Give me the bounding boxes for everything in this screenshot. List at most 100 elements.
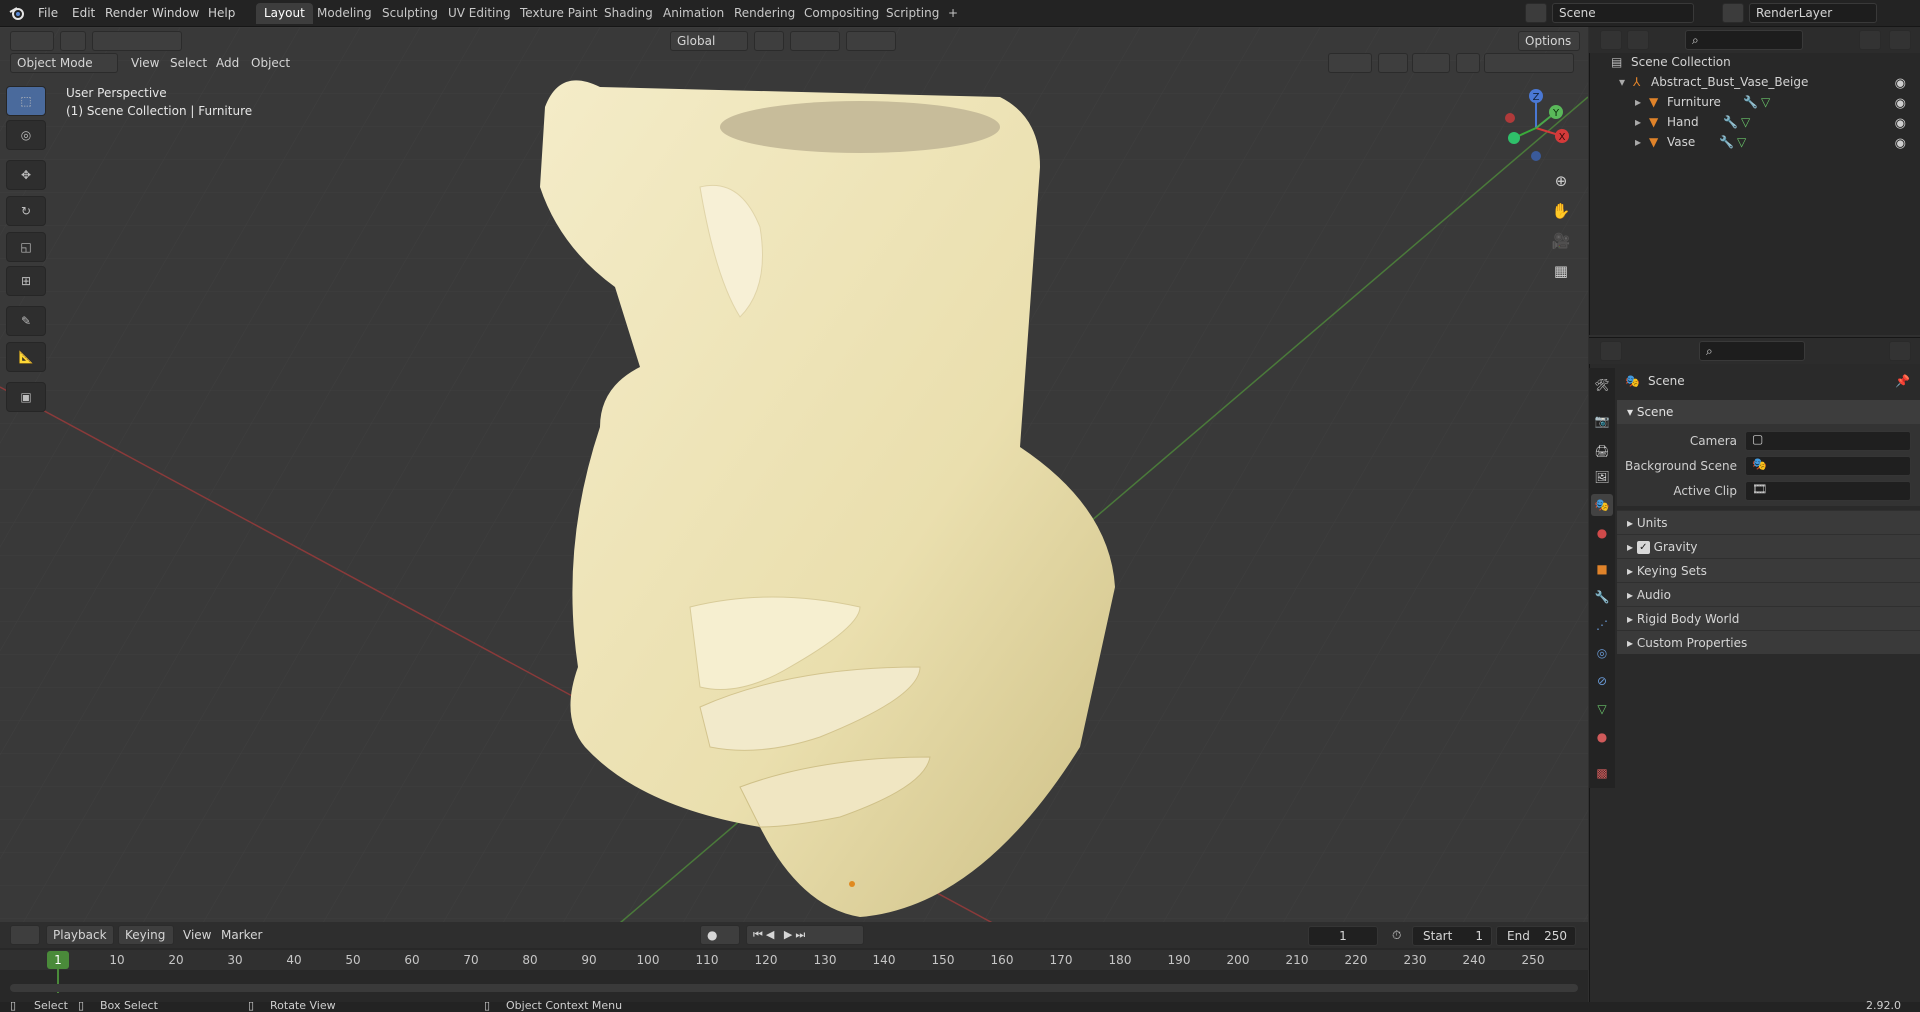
active-clip-field[interactable]: 🎞 (1745, 481, 1911, 501)
timeline-scrollbar[interactable] (10, 984, 1578, 992)
audio-subpanel[interactable]: ▸ Audio (1617, 582, 1920, 606)
selection-mode-buttons[interactable] (92, 31, 182, 51)
start-frame-field[interactable]: Start 1 (1412, 926, 1492, 946)
tab-layout[interactable]: Layout (256, 3, 313, 24)
outliner-search-input[interactable]: ⌕ (1685, 30, 1803, 50)
tab-constraints[interactable]: ⊘ (1591, 670, 1613, 692)
viewport-menu-object[interactable]: Object (246, 53, 295, 73)
add-cube-tool[interactable]: ▣ (6, 382, 46, 412)
auto-keying-button[interactable]: ● (700, 925, 740, 945)
menu-window[interactable]: Window (148, 4, 203, 23)
current-frame-field[interactable]: 1 (1308, 926, 1378, 946)
playback-menu[interactable]: Playback (46, 925, 114, 945)
camera-view-button[interactable]: 🎥 (1548, 228, 1574, 254)
outliner-editor-type-button[interactable] (1600, 30, 1622, 50)
keying-sets-subpanel[interactable]: ▸ Keying Sets (1617, 558, 1920, 582)
tab-texture[interactable]: ▩ (1591, 762, 1613, 784)
outliner-filter-button[interactable] (1859, 30, 1881, 50)
shading-mode-buttons[interactable] (1484, 53, 1574, 73)
proportional-editing-button[interactable] (846, 31, 896, 51)
expand-arrow-icon[interactable]: ▸ (1635, 92, 1641, 112)
annotate-tool[interactable]: ✎ (6, 306, 46, 336)
tab-rendering[interactable]: Rendering (726, 3, 803, 24)
tab-particles[interactable]: ⋰ (1591, 614, 1613, 636)
keying-menu[interactable]: Keying (118, 925, 174, 945)
cursor-tool[interactable]: ◎ (6, 120, 46, 150)
visibility-eye-icon[interactable]: ◉ (1895, 74, 1906, 94)
viewport-menu-view[interactable]: View (126, 53, 164, 73)
transform-orientation-dropdown[interactable]: Global (670, 31, 748, 51)
measure-tool[interactable]: 📐 (6, 342, 46, 372)
playhead-frame-indicator[interactable]: 1 (47, 951, 69, 969)
tab-data[interactable]: ▽ (1591, 698, 1613, 720)
gizmo-toggle-button[interactable] (1378, 53, 1408, 73)
gravity-subpanel[interactable]: ▸ ✓ Gravity (1617, 534, 1920, 558)
pivot-point-button[interactable] (754, 31, 784, 51)
tab-object[interactable]: ■ (1591, 558, 1613, 580)
expand-arrow-icon[interactable]: ▾ (1619, 72, 1625, 92)
menu-render[interactable]: Render (101, 4, 152, 23)
scale-tool[interactable]: ◱ (6, 232, 46, 262)
new-collection-button[interactable] (1889, 30, 1911, 50)
tab-render[interactable]: 📷 (1591, 410, 1613, 432)
rotate-tool[interactable]: ↻ (6, 196, 46, 226)
menu-file[interactable]: File (34, 4, 62, 23)
scene-section-header[interactable]: ▾ Scene (1617, 400, 1920, 424)
expand-arrow-icon[interactable]: ▸ (1635, 112, 1641, 132)
tab-uv-editing[interactable]: UV Editing (440, 3, 519, 24)
tab-material[interactable]: ● (1591, 726, 1613, 748)
tab-scripting[interactable]: Scripting (878, 3, 947, 24)
options-dropdown[interactable]: Options (1518, 31, 1580, 51)
tab-sculpting[interactable]: Sculpting (374, 3, 446, 24)
visibility-eye-icon[interactable]: ◉ (1895, 94, 1906, 114)
expand-arrow-icon[interactable]: ▸ (1635, 132, 1641, 152)
pan-view-button[interactable]: ✋ (1548, 198, 1574, 224)
outliner-row-vase[interactable]: ▸ ▼ Vase 🔧 ▽ ◉ (1589, 132, 1920, 152)
outliner-display-mode-button[interactable] (1627, 30, 1649, 50)
outliner-row-furniture[interactable]: ▸ ▼ Furniture 🔧 ▽ ◉ (1589, 92, 1920, 112)
timeline-menu-view[interactable]: View (178, 925, 216, 945)
3d-viewport[interactable] (0, 27, 1588, 923)
tab-shading[interactable]: Shading (596, 3, 661, 24)
tab-view-layer[interactable]: 🖼 (1591, 466, 1613, 488)
outliner-row-hand[interactable]: ▸ ▼ Hand 🔧 ▽ ◉ (1589, 112, 1920, 132)
viewport-menu-add[interactable]: Add (211, 53, 244, 73)
visibility-eye-icon[interactable]: ◉ (1895, 114, 1906, 134)
tab-compositing[interactable]: Compositing (796, 3, 887, 24)
view-layer-browse-button[interactable] (1722, 3, 1744, 23)
menu-edit[interactable]: Edit (68, 4, 99, 23)
view-layer-field[interactable]: RenderLayer (1749, 3, 1877, 23)
select-tool-button[interactable] (60, 31, 86, 51)
select-box-tool[interactable]: ⬚ (6, 86, 46, 116)
background-scene-field[interactable]: 🎭 (1745, 456, 1911, 476)
camera-field[interactable]: ▢ (1745, 431, 1911, 451)
tab-scene[interactable]: 🎭 (1591, 494, 1613, 516)
tab-world[interactable]: ● (1591, 522, 1613, 544)
editor-type-button[interactable] (10, 31, 54, 51)
scene-browse-button[interactable] (1525, 3, 1547, 23)
visibility-button[interactable] (1328, 53, 1372, 73)
tab-tool[interactable]: 🛠 (1591, 374, 1613, 396)
viewport-menu-select[interactable]: Select (165, 53, 212, 73)
pin-icon[interactable]: 📌 (1895, 374, 1910, 388)
navigation-gizmo[interactable]: Z X Y (1500, 88, 1572, 168)
tab-texture-paint[interactable]: Texture Paint (512, 3, 605, 24)
timeline-editor-type-button[interactable] (10, 925, 40, 945)
playback-controls[interactable]: ⏮◀ ▶⏭ (746, 925, 864, 945)
custom-properties-subpanel[interactable]: ▸ Custom Properties (1617, 630, 1920, 654)
outliner-row-collection[interactable]: ▾ ⅄ Abstract_Bust_Vase_Beige ◉ (1589, 72, 1920, 92)
snap-button[interactable] (790, 31, 840, 51)
ortho-toggle-button[interactable]: ▦ (1548, 258, 1574, 284)
tab-output[interactable]: 🖨 (1591, 440, 1613, 462)
zoom-view-button[interactable]: ⊕ (1548, 168, 1574, 194)
overlay-toggle-button[interactable] (1412, 53, 1450, 73)
xray-button[interactable] (1456, 53, 1480, 73)
properties-search-input[interactable]: ⌕ (1699, 341, 1805, 361)
visibility-eye-icon[interactable]: ◉ (1895, 134, 1906, 154)
move-tool[interactable]: ✥ (6, 160, 46, 190)
end-frame-field[interactable]: End 250 (1496, 926, 1576, 946)
gravity-checkbox[interactable]: ✓ (1636, 541, 1650, 554)
scene-name-field[interactable]: Scene (1552, 3, 1694, 23)
transform-tool[interactable]: ⊞ (6, 266, 46, 296)
timeline-menu-marker[interactable]: Marker (216, 925, 267, 945)
